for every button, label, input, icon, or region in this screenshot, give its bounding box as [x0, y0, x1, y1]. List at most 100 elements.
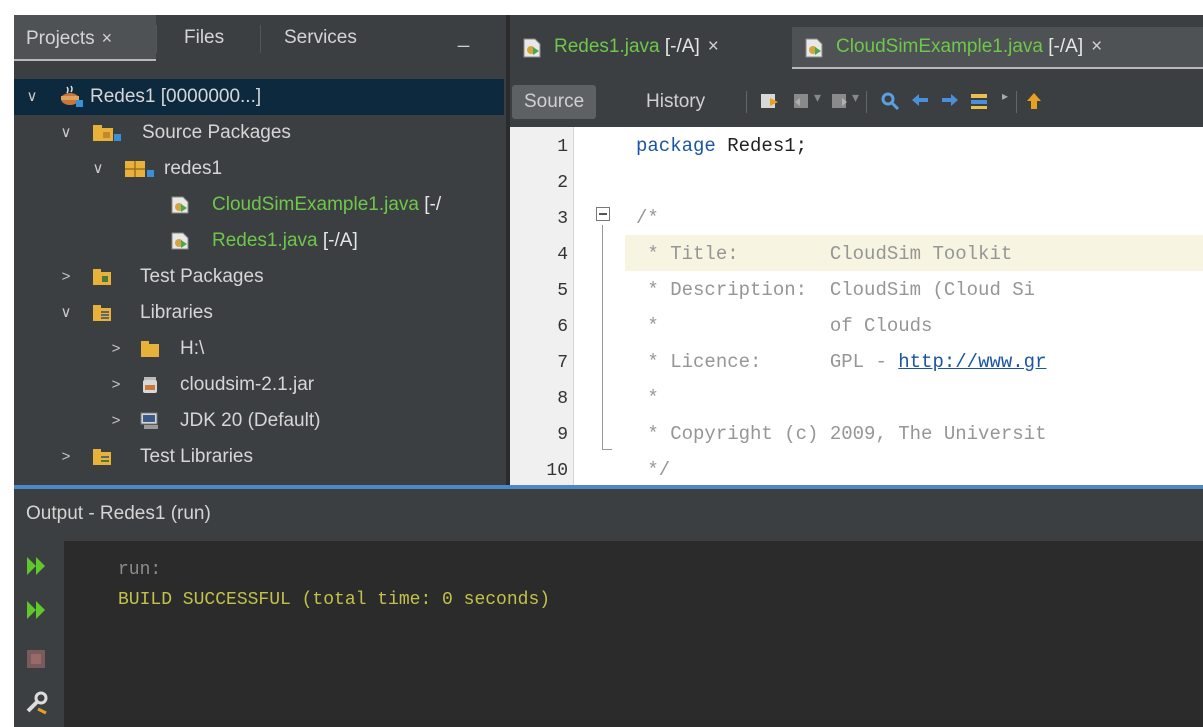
code-line-5: * Description: CloudSim (Cloud Si — [636, 279, 1036, 301]
line-number: 1 — [557, 137, 568, 157]
settings-tools-icon[interactable] — [24, 691, 50, 717]
line-number: 5 — [557, 281, 568, 301]
chevron-down-icon[interactable]: ∨ — [90, 151, 106, 187]
jdk-icon — [140, 412, 158, 429]
code-line-8: * — [636, 387, 659, 409]
line-number: 3 — [557, 209, 568, 229]
tree-item-package-redes1[interactable]: ∨ redes1 — [14, 151, 504, 187]
output-console[interactable]: run: BUILD SUCCESSFUL (total time: 0 sec… — [118, 555, 550, 615]
chevron-right-icon[interactable]: > — [58, 259, 74, 295]
output-sidebar — [14, 541, 64, 727]
tree-item-cloudsim-jar[interactable]: > cloudsim-2.1.jar — [14, 367, 504, 403]
code-line-9: * Copyright (c) 2009, The Universit — [636, 423, 1047, 445]
rerun-icon[interactable] — [24, 553, 50, 579]
toolbar-divider — [1016, 91, 1017, 113]
chevron-right-icon[interactable]: > — [58, 439, 74, 475]
find-next-icon[interactable] — [940, 92, 960, 110]
tree-item-test-libraries[interactable]: > Test Libraries — [14, 439, 504, 475]
tree-item-jdk[interactable]: > JDK 20 (Default) — [14, 403, 504, 439]
find-previous-icon[interactable] — [910, 92, 930, 110]
code-line-7: * Licence: GPL - http://www.gr — [636, 351, 1047, 373]
output-header: Output - Redes1 (run) — [14, 489, 1203, 541]
editor-panel: Redes1.java [-/A] × CloudSimExample1.java… — [510, 15, 1203, 485]
tab-cloudsimexample1-java[interactable]: CloudSimExample1.java [-/A] × — [792, 27, 1203, 69]
tab-files[interactable]: Files — [172, 15, 236, 61]
libraries-icon — [93, 305, 111, 321]
java-file-icon — [171, 196, 189, 214]
dropdown-icon[interactable]: ▾ — [852, 89, 859, 106]
close-icon[interactable]: × — [1091, 36, 1102, 57]
code-editor[interactable]: 1 2 3 4 5 6 7 8 9 10 package Redes1; /* … — [510, 127, 1203, 485]
test-libraries-icon — [93, 449, 111, 465]
package-icon — [125, 161, 154, 177]
line-number: 4 — [557, 245, 568, 265]
code-line-4: * Title: CloudSim Toolkit — [636, 243, 1013, 265]
history-button[interactable]: History — [634, 85, 717, 119]
netbeans-ide: Projects × Files Services _ ∨ Redes1 [000… — [14, 15, 1203, 727]
code-line-10: */ — [636, 459, 671, 481]
editor-tabbar: Redes1.java [-/A] × CloudSimExample1.java… — [510, 15, 1203, 75]
fold-line-end — [602, 449, 612, 450]
last-edit-icon[interactable] — [760, 92, 780, 110]
close-icon[interactable]: × — [102, 28, 113, 48]
code-line-6: * of Clouds — [636, 315, 933, 337]
fold-line — [602, 225, 603, 449]
source-button[interactable]: Source — [512, 85, 597, 119]
line-number: 8 — [557, 389, 568, 409]
forward-icon[interactable] — [830, 92, 850, 110]
tree-item-redes1-project[interactable]: ∨ Redes1 [0000000...] — [14, 79, 504, 115]
license-link[interactable]: http://www.gr — [898, 351, 1046, 373]
tab-redes1-java[interactable]: Redes1.java [-/A] × — [510, 27, 792, 69]
toggle-highlight-icon[interactable] — [970, 92, 990, 110]
line-number: 9 — [557, 425, 568, 445]
java-file-icon — [805, 38, 823, 58]
source-packages-icon — [93, 125, 121, 141]
chevron-down-icon[interactable]: ∨ — [58, 295, 74, 331]
tree-item-test-packages[interactable]: > Test Packages — [14, 259, 504, 295]
tab-divider — [156, 25, 157, 53]
tree-item-libraries[interactable]: ∨ Libraries — [14, 295, 504, 331]
tree-item-redes1-java[interactable]: Redes1.java [-/A] — [14, 223, 504, 259]
chevron-down-icon[interactable]: ∨ — [58, 115, 74, 151]
tree-item-cloudsimexample1-java[interactable]: CloudSimExample1.java [-/ — [14, 187, 504, 223]
rerun-with-params-icon[interactable] — [24, 597, 50, 623]
projects-panel: Projects × Files Services _ ∨ Redes1 [000… — [14, 15, 506, 485]
jar-icon — [143, 377, 157, 393]
toolbar-divider — [746, 91, 747, 113]
code-line-1: package Redes1; — [636, 135, 808, 157]
line-number: 2 — [557, 173, 568, 193]
minimize-button[interactable]: _ — [458, 27, 476, 49]
java-file-icon — [171, 232, 189, 250]
tab-projects[interactable]: Projects × — [14, 15, 156, 61]
tab-services[interactable]: Services — [272, 15, 369, 61]
stop-icon[interactable] — [24, 647, 50, 673]
output-line: BUILD SUCCESSFUL (total time: 0 seconds) — [118, 590, 551, 610]
folder-icon — [141, 341, 159, 357]
chevron-down-icon[interactable]: ∨ — [24, 79, 40, 115]
projects-tabbar: Projects × Files Services _ — [14, 15, 506, 63]
fold-toggle-icon[interactable] — [596, 207, 610, 221]
dropdown-icon[interactable]: ▾ — [814, 89, 821, 106]
test-packages-icon — [93, 269, 111, 285]
chevron-right-icon[interactable]: > — [108, 367, 124, 403]
tree-item-h-drive[interactable]: > H:\ — [14, 331, 504, 367]
line-number-gutter: 1 2 3 4 5 6 7 8 9 10 — [510, 127, 574, 485]
chevron-right-icon[interactable]: > — [108, 403, 124, 439]
output-line: run: — [118, 560, 162, 580]
java-file-icon — [523, 38, 541, 58]
line-number: 10 — [546, 461, 568, 481]
coffee-project-icon — [61, 85, 83, 107]
tree-item-source-packages[interactable]: ∨ Source Packages — [14, 115, 504, 151]
line-number: 7 — [557, 353, 568, 373]
back-icon[interactable] — [792, 92, 812, 110]
editor-toolbar: Source History ▾ ▾ ▸ — [510, 77, 1203, 125]
output-title[interactable]: Output - Redes1 (run) — [26, 503, 211, 525]
shift-up-icon[interactable] — [1026, 92, 1042, 110]
toolbar-divider — [866, 91, 867, 113]
more-icon[interactable]: ▸ — [1002, 89, 1008, 103]
close-icon[interactable]: × — [708, 36, 719, 57]
find-icon[interactable] — [880, 92, 900, 110]
code-line-3: /* — [636, 207, 659, 229]
chevron-right-icon[interactable]: > — [108, 331, 124, 367]
line-number: 6 — [557, 317, 568, 337]
